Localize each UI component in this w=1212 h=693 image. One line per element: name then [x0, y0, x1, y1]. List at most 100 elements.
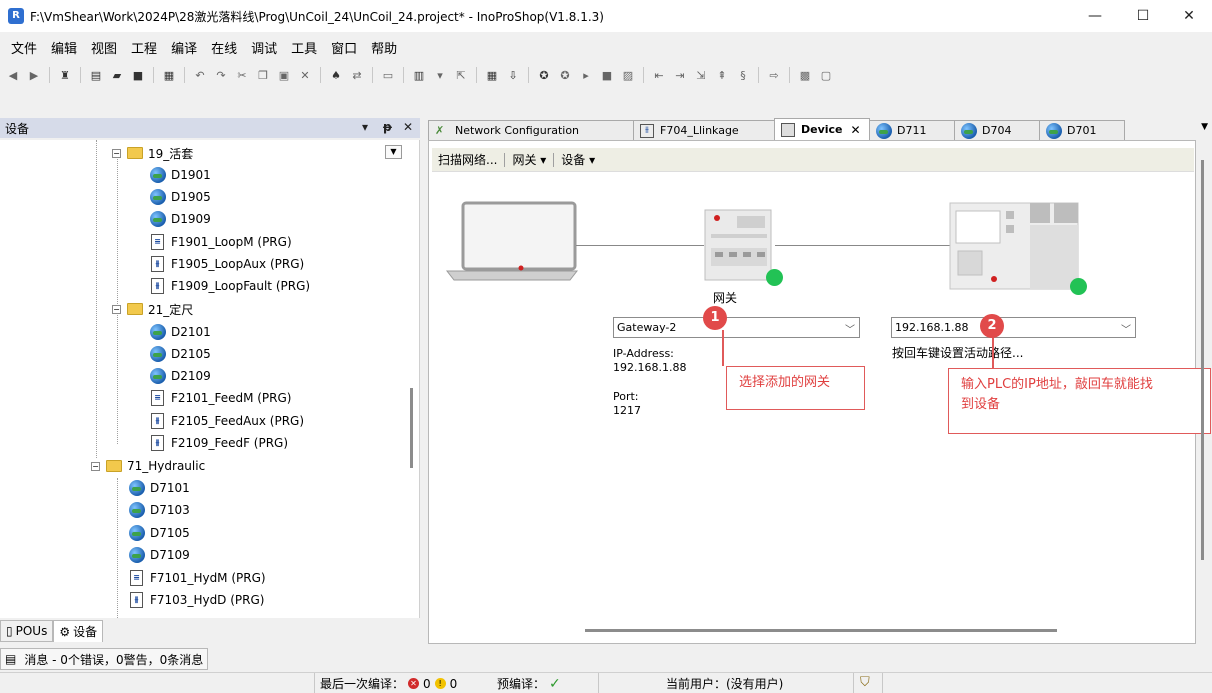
- tree-item-d7105[interactable]: D7105: [129, 522, 190, 544]
- save-icon[interactable]: ■: [129, 66, 147, 84]
- tree-item-d7103[interactable]: D7103: [129, 499, 190, 521]
- menu-debug[interactable]: 调试: [244, 38, 284, 57]
- collapse-icon[interactable]: −: [112, 304, 121, 314]
- status-divider: [853, 673, 854, 693]
- export-icon[interactable]: ⇱: [452, 66, 470, 84]
- menu-edit[interactable]: 编辑: [44, 38, 84, 57]
- delete-icon[interactable]: ✕: [296, 66, 314, 84]
- dropdown-icon[interactable]: ▾: [431, 66, 449, 84]
- monitor-icon[interactable]: ▩: [796, 66, 814, 84]
- pin-icon[interactable]: ᵽ: [383, 120, 392, 134]
- stop-icon[interactable]: ■: [598, 66, 616, 84]
- reset-icon[interactable]: ▨: [619, 66, 637, 84]
- print-icon[interactable]: ▦: [160, 66, 178, 84]
- tab-device[interactable]: Device ✕: [774, 118, 870, 140]
- tree-dropdown-button[interactable]: ▼: [385, 145, 402, 159]
- screen-icon[interactable]: ▢: [817, 66, 835, 84]
- tree-item-d1905[interactable]: D1905: [150, 186, 211, 208]
- tree-item-f1909[interactable]: ⫵ F1909_LoopFault (PRG): [151, 275, 310, 297]
- login-icon[interactable]: ✪: [535, 66, 553, 84]
- menu-project[interactable]: 工程: [124, 38, 164, 57]
- menu-help[interactable]: 帮助: [364, 38, 404, 57]
- menu-file[interactable]: 文件: [4, 38, 44, 57]
- tree-item-f2109[interactable]: ⫵ F2109_FeedF (PRG): [151, 432, 288, 454]
- step-out-icon[interactable]: ⇞: [713, 66, 731, 84]
- menu-build[interactable]: 编译: [164, 38, 204, 57]
- tab-network-configuration[interactable]: ✗ Network Configuration: [428, 120, 634, 140]
- tree-item-d1901[interactable]: D1901: [150, 164, 211, 186]
- open-folder-icon[interactable]: ▰: [108, 66, 126, 84]
- new-file-icon[interactable]: ▤: [87, 66, 105, 84]
- device-globe-icon: [1046, 122, 1062, 139]
- menu-window[interactable]: 窗口: [324, 38, 364, 57]
- back-icon[interactable]: ◀: [4, 66, 22, 84]
- tab-f704-llinkage[interactable]: ⫵ F704_Llinkage: [633, 120, 775, 140]
- window-icon[interactable]: ▭: [379, 66, 397, 84]
- menu-view[interactable]: 视图: [84, 38, 124, 57]
- tree-item-d7101[interactable]: D7101: [129, 477, 190, 499]
- toolbar-divider: [643, 67, 644, 83]
- download-icon[interactable]: ⇩: [504, 66, 522, 84]
- tab-d704[interactable]: D704: [954, 120, 1040, 140]
- tree-item-f7103[interactable]: ⫵ F7103_HydD (PRG): [130, 589, 264, 611]
- watch-icon[interactable]: §: [734, 66, 752, 84]
- copy-icon[interactable]: ❐: [254, 66, 272, 84]
- tabs-overflow-icon[interactable]: ▼: [1201, 122, 1208, 132]
- forward-icon[interactable]: ▶: [25, 66, 43, 84]
- collapse-icon[interactable]: −: [91, 461, 100, 471]
- vertical-scrollbar[interactable]: [1201, 160, 1204, 560]
- undo-icon[interactable]: ↶: [191, 66, 209, 84]
- breakpoint-icon[interactable]: ⇤: [650, 66, 668, 84]
- tree-item-d7109[interactable]: D7109: [129, 544, 190, 566]
- plc-address-input[interactable]: 192.168.1.88 ﹀: [891, 317, 1136, 338]
- tree-item-d2101[interactable]: D2101: [150, 321, 211, 343]
- menu-tools[interactable]: 工具: [284, 38, 324, 57]
- tree-item-f1905[interactable]: ⫵ F1905_LoopAux (PRG): [151, 253, 304, 275]
- horizontal-scrollbar[interactable]: [585, 629, 1057, 632]
- menu-online[interactable]: 在线: [204, 38, 244, 57]
- tab-pous[interactable]: ▯ POUs: [0, 620, 54, 642]
- build-icon[interactable]: ▥: [410, 66, 428, 84]
- tree-item-d2105[interactable]: D2105: [150, 343, 211, 365]
- panel-close-icon[interactable]: ✕: [403, 120, 413, 134]
- tree-item-d2109[interactable]: D2109: [150, 365, 211, 387]
- tab-d711[interactable]: D711: [869, 120, 955, 140]
- minimize-button[interactable]: —: [1072, 0, 1118, 32]
- run-icon[interactable]: ▸: [577, 66, 595, 84]
- tree-item-f7101[interactable]: ≡ F7101_HydM (PRG): [130, 567, 266, 589]
- tree-folder-71[interactable]: − 71_Hydraulic: [91, 455, 205, 477]
- messages-tab[interactable]: ▤ 消息 - 0个错误，0警告，0条消息: [0, 648, 209, 670]
- tree-item-f2101[interactable]: ≡ F2101_FeedM (PRG): [151, 387, 291, 409]
- chevron-down-icon[interactable]: ﹀: [845, 321, 855, 336]
- tree-folder-19[interactable]: − 19_活套: [112, 142, 193, 164]
- collapse-icon[interactable]: −: [112, 148, 121, 158]
- tree-item-f2105[interactable]: ⫵ F2105_FeedAux (PRG): [151, 410, 304, 432]
- chevron-down-icon[interactable]: ﹀: [1121, 321, 1131, 336]
- tree-scrollbar[interactable]: [410, 388, 413, 468]
- gateway-menu-button[interactable]: 网关 ▾: [512, 151, 546, 168]
- tree-item-f1901[interactable]: ≡ F1901_LoopM (PRG): [151, 231, 292, 253]
- step-over-icon[interactable]: ⇥: [671, 66, 689, 84]
- replace-icon[interactable]: ⇄: [348, 66, 366, 84]
- logout-icon[interactable]: ✪: [556, 66, 574, 84]
- scan-network-button[interactable]: 扫描网络...: [438, 151, 497, 168]
- compile-icon[interactable]: ▦: [483, 66, 501, 84]
- device-icon[interactable]: ♜: [56, 66, 74, 84]
- cut-icon[interactable]: ✂: [233, 66, 251, 84]
- panel-menu-icon[interactable]: ▾: [362, 120, 368, 134]
- forward-step-icon[interactable]: ⇨: [765, 66, 783, 84]
- find-icon[interactable]: ♠: [327, 66, 345, 84]
- device-menu-button[interactable]: 设备 ▾: [561, 151, 595, 168]
- security-shield-icon[interactable]: ⛉: [860, 675, 870, 690]
- gateway-select[interactable]: Gateway-2 ﹀: [613, 317, 860, 338]
- tab-d701[interactable]: D701: [1039, 120, 1125, 140]
- step-in-icon[interactable]: ⇲: [692, 66, 710, 84]
- close-button[interactable]: ✕: [1166, 0, 1212, 32]
- tree-item-d1909[interactable]: D1909: [150, 208, 211, 230]
- tree-folder-21[interactable]: − 21_定尺: [112, 298, 193, 320]
- paste-icon[interactable]: ▣: [275, 66, 293, 84]
- maximize-button[interactable]: ☐: [1120, 0, 1166, 32]
- redo-icon[interactable]: ↷: [212, 66, 230, 84]
- tab-close-icon[interactable]: ✕: [851, 123, 861, 137]
- tab-devices[interactable]: ⚙ 设备: [53, 620, 104, 642]
